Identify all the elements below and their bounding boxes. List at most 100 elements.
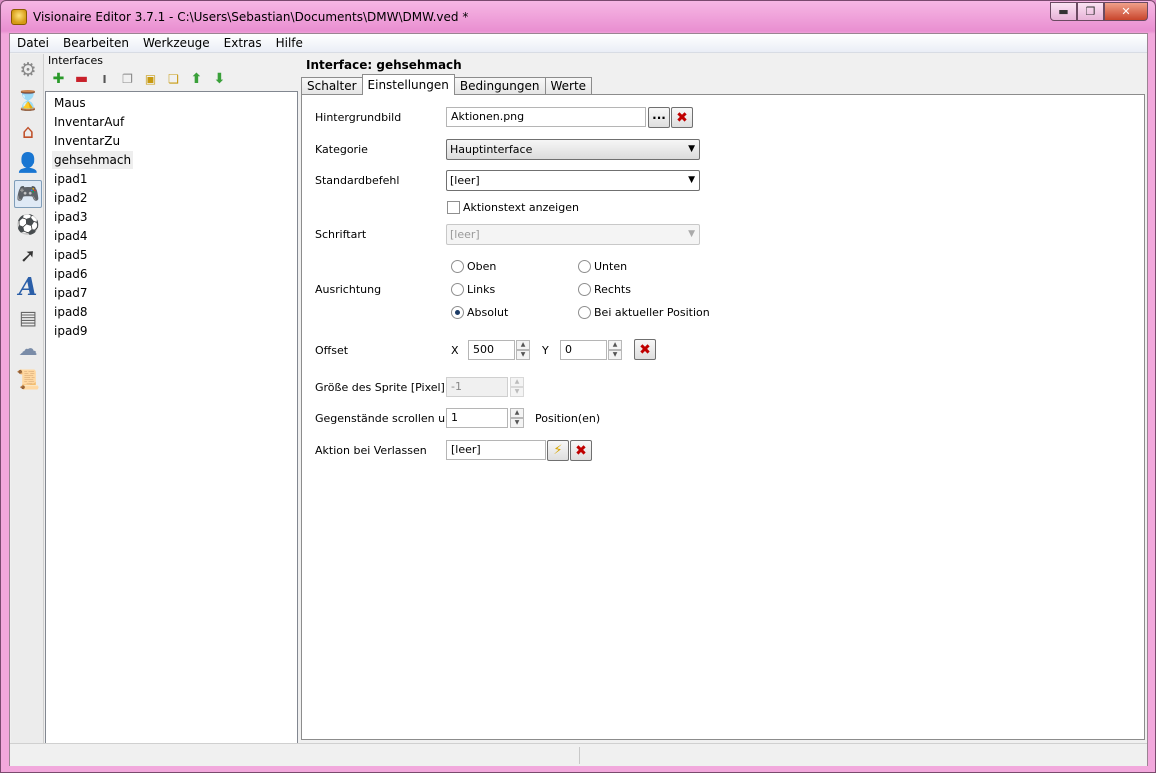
- app-logo-icon[interactable]: [11, 9, 27, 25]
- tab-bedingungen[interactable]: Bedingungen: [453, 77, 546, 95]
- radio-absolut-label: Absolut: [467, 306, 509, 319]
- offset-y-input[interactable]: 0: [560, 340, 607, 360]
- menu-hilfe[interactable]: Hilfe: [269, 34, 310, 53]
- interfaces-panel: Interfaces ✚ ▬ Ⅰ ❐ ▣ ❏ ⬆ ⬇ Maus Inventar…: [45, 54, 298, 766]
- duplicate-icon[interactable]: ❏: [162, 69, 185, 89]
- copy-icon[interactable]: ❐: [116, 69, 139, 89]
- weather-icon[interactable]: ☁: [14, 335, 42, 363]
- clear-action-button[interactable]: ✖: [570, 440, 592, 461]
- spin-down-icon[interactable]: ▼: [516, 350, 530, 360]
- aktionstext-checkbox[interactable]: [447, 201, 460, 214]
- clear-offset-button[interactable]: ✖: [634, 339, 656, 360]
- list-item[interactable]: ipad1: [52, 170, 90, 188]
- rename-icon[interactable]: Ⅰ: [93, 69, 116, 89]
- clear-background-button[interactable]: ✖: [671, 107, 693, 128]
- hourglass-icon[interactable]: ⌛: [14, 87, 42, 115]
- add-icon[interactable]: ✚: [47, 69, 70, 89]
- window-title: Visionaire Editor 3.7.1 - C:\Users\Sebas…: [33, 10, 469, 24]
- tab-schalter[interactable]: Schalter: [301, 77, 363, 95]
- paste-icon[interactable]: ▣: [139, 69, 162, 89]
- interfaces-list[interactable]: Maus InventarAuf InventarZu gehsehmach i…: [45, 91, 298, 761]
- radio-unten[interactable]: [578, 260, 591, 273]
- script-icon[interactable]: 📜: [14, 366, 42, 394]
- sprite-size-spinner[interactable]: ▲ ▼: [510, 377, 524, 398]
- offset-x-input[interactable]: 500: [468, 340, 515, 360]
- document-icon[interactable]: ▤: [14, 304, 42, 332]
- menu-datei[interactable]: Datei: [10, 34, 56, 53]
- page-title: Interface: gehsehmach: [306, 58, 462, 72]
- font-icon[interactable]: A: [14, 273, 42, 301]
- radio-rechts[interactable]: [578, 283, 591, 296]
- spin-up-icon[interactable]: ▲: [510, 377, 524, 387]
- panel-label: Interfaces: [48, 54, 103, 67]
- spin-up-icon[interactable]: ▲: [510, 408, 524, 418]
- move-down-icon[interactable]: ⬇: [208, 69, 231, 89]
- aktion-bei-verlassen-field[interactable]: [leer]: [446, 440, 546, 460]
- hintergrundbild-field[interactable]: Aktionen.png: [446, 107, 646, 127]
- house-icon[interactable]: ⌂: [14, 118, 42, 146]
- radio-bei-aktueller-position[interactable]: [578, 306, 591, 319]
- status-bar: [10, 743, 1147, 766]
- scroll-spinner[interactable]: ▲ ▼: [510, 408, 524, 429]
- list-item-selected[interactable]: gehsehmach: [52, 151, 134, 169]
- minimize-button[interactable]: ▬: [1050, 2, 1077, 21]
- aktion-bei-verlassen-label: Aktion bei Verlassen: [315, 444, 427, 457]
- spin-up-icon[interactable]: ▲: [516, 340, 530, 350]
- kategorie-select[interactable]: Hauptinterface ▼: [446, 139, 700, 160]
- ausrichtung-label: Ausrichtung: [315, 283, 382, 296]
- list-item[interactable]: ipad6: [52, 265, 90, 283]
- menu-extras[interactable]: Extras: [217, 34, 269, 53]
- menu-bar: Datei Bearbeiten Werkzeuge Extras Hilfe: [10, 34, 1147, 53]
- radio-absolut[interactable]: [451, 306, 464, 319]
- spin-down-icon[interactable]: ▼: [608, 350, 622, 360]
- browse-button[interactable]: ···: [648, 107, 670, 128]
- standardbefehl-select[interactable]: [leer] ▼: [446, 170, 700, 191]
- sprite-size-input[interactable]: -1: [446, 377, 508, 397]
- tab-einstellungen[interactable]: Einstellungen: [361, 74, 455, 95]
- offset-y-spinner[interactable]: ▲ ▼: [608, 340, 622, 361]
- menu-bearbeiten[interactable]: Bearbeiten: [56, 34, 136, 53]
- radio-oben[interactable]: [451, 260, 464, 273]
- list-item[interactable]: InventarAuf: [52, 113, 126, 131]
- list-item[interactable]: ipad2: [52, 189, 90, 207]
- list-item[interactable]: Maus: [52, 94, 88, 112]
- list-item[interactable]: ipad8: [52, 303, 90, 321]
- list-item[interactable]: ipad9: [52, 322, 90, 340]
- app-window: Visionaire Editor 3.7.1 - C:\Users\Sebas…: [0, 0, 1156, 773]
- spin-down-icon[interactable]: ▼: [510, 418, 524, 428]
- spin-up-icon[interactable]: ▲: [608, 340, 622, 350]
- title-bar[interactable]: Visionaire Editor 3.7.1 - C:\Users\Sebas…: [1, 1, 1155, 33]
- close-button[interactable]: ✕: [1104, 2, 1148, 21]
- schriftart-select[interactable]: [leer] ▼: [446, 224, 700, 245]
- gear-icon[interactable]: ⚙: [14, 56, 42, 84]
- scroll-unit-label: Position(en): [535, 412, 601, 425]
- offset-x-spinner[interactable]: ▲ ▼: [516, 340, 530, 361]
- list-item[interactable]: ipad7: [52, 284, 90, 302]
- remove-icon[interactable]: ▬: [70, 69, 93, 89]
- scroll-input[interactable]: 1: [446, 408, 508, 428]
- list-item[interactable]: InventarZu: [52, 132, 122, 150]
- category-icon-bar: ⚙ ⌛ ⌂ 👤 🎮 ⚽ ➚ A ▤ ☁ 📜: [11, 54, 44, 766]
- cursor-icon[interactable]: ➚: [14, 242, 42, 270]
- radio-rechts-label: Rechts: [594, 283, 631, 296]
- interface-properties-panel: Interface: gehsehmach Schalter Einstellu…: [301, 54, 1146, 766]
- list-item[interactable]: ipad4: [52, 227, 90, 245]
- delete-icon: ✖: [639, 341, 651, 358]
- spin-down-icon[interactable]: ▼: [510, 387, 524, 397]
- person-icon[interactable]: 👤: [14, 149, 42, 177]
- list-item[interactable]: ipad3: [52, 208, 90, 226]
- move-up-icon[interactable]: ⬆: [185, 69, 208, 89]
- aktionstext-label: Aktionstext anzeigen: [463, 201, 579, 214]
- tab-werte[interactable]: Werte: [544, 77, 593, 95]
- list-item[interactable]: ipad5: [52, 246, 90, 264]
- ball-icon[interactable]: ⚽: [14, 211, 42, 239]
- delete-icon: ✖: [575, 442, 587, 459]
- window-controls: ▬ ❐ ✕: [1050, 2, 1148, 21]
- menu-werkzeuge[interactable]: Werkzeuge: [136, 34, 217, 53]
- edit-action-button[interactable]: ⚡: [547, 440, 569, 461]
- offset-x-label: X: [451, 344, 459, 357]
- radio-links[interactable]: [451, 283, 464, 296]
- tab-bar: Schalter Einstellungen Bedingungen Werte: [301, 74, 593, 95]
- gamepad-icon[interactable]: 🎮: [14, 180, 42, 208]
- maximize-button[interactable]: ❐: [1077, 2, 1104, 21]
